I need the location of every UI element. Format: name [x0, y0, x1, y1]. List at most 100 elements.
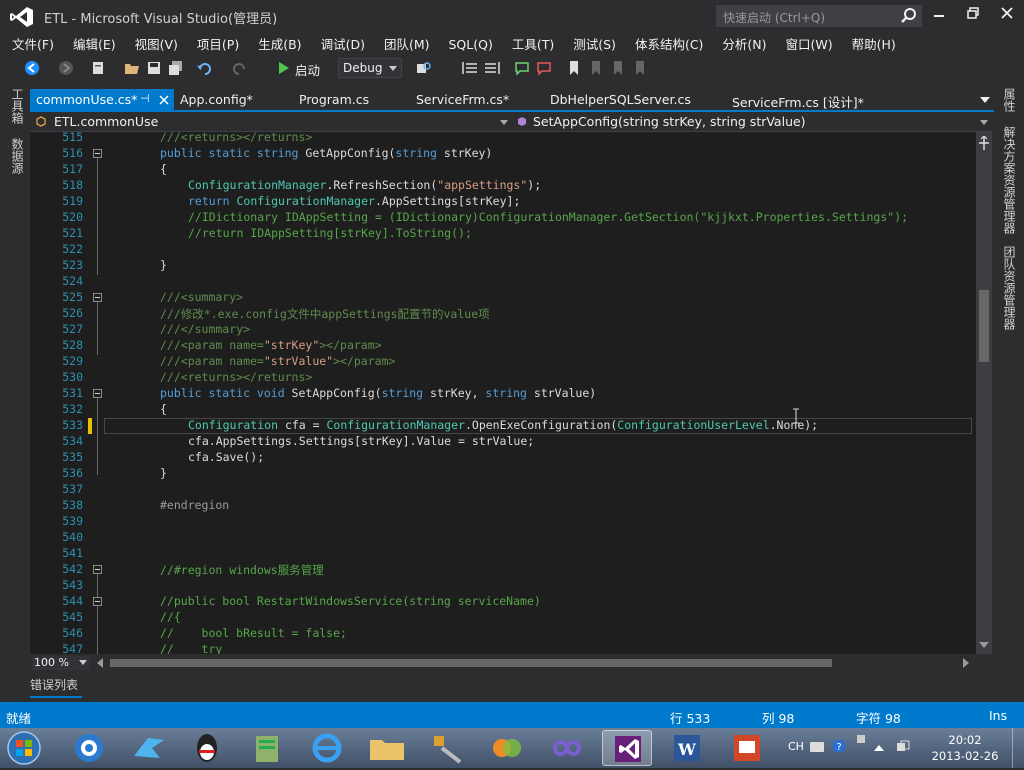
split-editor-icon[interactable]	[977, 136, 991, 150]
show-hidden-icons-icon[interactable]	[874, 744, 884, 752]
tab-commonuse[interactable]: commonUse.cs* ⊣	[30, 89, 174, 111]
taskbar-app-explorer[interactable]	[362, 730, 412, 766]
menu-window[interactable]: 窗口(W)	[776, 32, 842, 54]
taskbar-app-colorful[interactable]	[482, 730, 532, 766]
new-project-icon[interactable]	[90, 60, 106, 76]
error-list-tab[interactable]: 错误列表	[30, 676, 90, 696]
scroll-right-arrow-icon[interactable]	[962, 658, 970, 668]
code-line: return ConfigurationManager.AppSettings[…	[188, 194, 521, 208]
team-explorer-tab[interactable]: 团队资源管理器	[1001, 246, 1018, 330]
taskbar-app-tools[interactable]	[422, 730, 472, 766]
collapse-icon[interactable]	[93, 389, 102, 398]
help-icon[interactable]: ?	[832, 739, 846, 753]
taskbar-app-infinity[interactable]	[542, 730, 592, 766]
taskbar-app-server[interactable]	[242, 730, 292, 766]
menu-test[interactable]: 测试(S)	[563, 32, 625, 54]
tab-app-config[interactable]: App.config*	[174, 89, 253, 111]
navigate-forward-icon[interactable]	[58, 60, 74, 76]
tab-program[interactable]: Program.cs	[293, 89, 369, 111]
line-number: 536	[62, 466, 83, 480]
taskbar-app-bird[interactable]	[124, 730, 174, 766]
code-line: {	[160, 402, 167, 416]
network-icon[interactable]	[896, 740, 910, 754]
taskbar-app-ie[interactable]	[302, 730, 352, 766]
menu-architecture[interactable]: 体系结构(C)	[625, 32, 712, 54]
prev-bookmark-icon[interactable]	[588, 60, 604, 76]
indent-icon[interactable]	[462, 60, 478, 76]
menu-file[interactable]: 文件(F)	[2, 32, 63, 54]
undo-icon[interactable]	[196, 60, 212, 76]
bookmark-icon[interactable]	[566, 60, 582, 76]
comment-icon[interactable]	[514, 60, 530, 76]
solution-configuration-select[interactable]: Debug	[338, 58, 402, 78]
redo-icon[interactable]	[232, 60, 248, 76]
collapse-icon[interactable]	[93, 293, 102, 302]
uncomment-icon[interactable]	[536, 60, 552, 76]
line-number: 532	[62, 402, 83, 416]
start-button[interactable]	[4, 730, 44, 766]
menu-build[interactable]: 生成(B)	[248, 32, 310, 54]
outdent-icon[interactable]	[484, 60, 500, 76]
vertical-scroll-thumb[interactable]	[979, 290, 989, 362]
play-icon	[279, 62, 289, 74]
search-icon[interactable]	[900, 7, 918, 25]
start-debugging-button[interactable]: 启动	[276, 58, 336, 78]
class-dropdown[interactable]: ETL.commonUse	[34, 113, 512, 131]
menu-edit[interactable]: 编辑(E)	[63, 32, 125, 54]
save-icon[interactable]	[146, 60, 162, 76]
menu-view[interactable]: 视图(V)	[125, 32, 187, 54]
collapse-icon[interactable]	[93, 565, 102, 574]
next-bookmark-icon[interactable]	[610, 60, 626, 76]
taskbar-app-player[interactable]	[64, 730, 114, 766]
vertical-scrollbar[interactable]	[976, 132, 992, 654]
menu-debug[interactable]: 调试(D)	[311, 32, 374, 54]
system-clock[interactable]: 20:02 2013-02-26	[930, 730, 1000, 766]
show-desktop-button[interactable]	[1012, 728, 1024, 768]
menu-sql[interactable]: SQL(Q)	[439, 35, 502, 57]
member-dropdown[interactable]: SetAppConfig(string strKey, string strVa…	[512, 113, 990, 131]
taskbar-app-visual-studio[interactable]	[602, 730, 652, 766]
tab-servicefrm-design[interactable]: ServiceFrm.cs [设计]*	[726, 89, 864, 111]
close-tab-icon[interactable]	[159, 95, 169, 105]
ime-indicator[interactable]: CH	[788, 740, 804, 753]
code-editor[interactable]: 515 516 517 518 519 520 521 522 523 524 …	[30, 132, 992, 654]
code-line: //#region windows服务管理	[160, 563, 324, 577]
zoom-level-select[interactable]: 100 %	[32, 656, 90, 670]
find-in-files-icon[interactable]	[416, 60, 432, 76]
collapse-icon[interactable]	[93, 149, 102, 158]
menu-team[interactable]: 团队(M)	[374, 32, 439, 54]
horizontal-scroll-thumb[interactable]	[110, 659, 832, 667]
menu-project[interactable]: 项目(P)	[187, 32, 248, 54]
navigate-back-icon[interactable]	[24, 60, 40, 76]
tab-overflow-dropdown-icon[interactable]	[980, 97, 990, 105]
menu-analyze[interactable]: 分析(N)	[712, 32, 775, 54]
taskbar-app-powerpoint[interactable]	[722, 730, 772, 766]
pin-icon[interactable]: ⊣	[140, 92, 150, 105]
tab-servicefrm[interactable]: ServiceFrm.cs*	[410, 89, 509, 111]
code-line: public static void SetAppConfig(string s…	[160, 386, 597, 400]
scroll-down-arrow-icon[interactable]	[979, 642, 989, 650]
collapse-icon[interactable]	[93, 597, 102, 606]
toolbox-tab[interactable]: 工具箱	[9, 88, 26, 124]
menu-tools[interactable]: 工具(T)	[502, 32, 563, 54]
quick-launch-input[interactable]: 快速启动 (Ctrl+Q)	[716, 5, 922, 27]
restore-button[interactable]	[958, 4, 988, 26]
properties-tab[interactable]: 属性	[1001, 88, 1018, 112]
code-line: {	[160, 162, 167, 176]
code-line: ///<param name="strValue"></param>	[160, 354, 396, 368]
code-text[interactable]: ///<returns></returns> public static str…	[104, 132, 992, 654]
taskbar-app-word[interactable]: W	[662, 730, 712, 766]
save-all-icon[interactable]	[168, 60, 184, 76]
solution-explorer-tab[interactable]: 解决方案资源管理器	[1001, 126, 1018, 234]
open-file-icon[interactable]	[124, 60, 140, 76]
tray-icon[interactable]	[856, 734, 866, 744]
tab-dbhelper[interactable]: DbHelperSQLServer.cs	[544, 89, 691, 111]
close-button[interactable]	[992, 4, 1022, 26]
clear-bookmarks-icon[interactable]	[632, 60, 648, 76]
data-sources-tab[interactable]: 数据源	[9, 138, 26, 174]
taskbar-app-qq[interactable]	[182, 730, 232, 766]
keyboard-icon[interactable]	[810, 741, 824, 753]
scroll-left-arrow-icon[interactable]	[96, 658, 104, 668]
minimize-button[interactable]	[924, 4, 954, 26]
menu-help[interactable]: 帮助(H)	[842, 32, 905, 54]
